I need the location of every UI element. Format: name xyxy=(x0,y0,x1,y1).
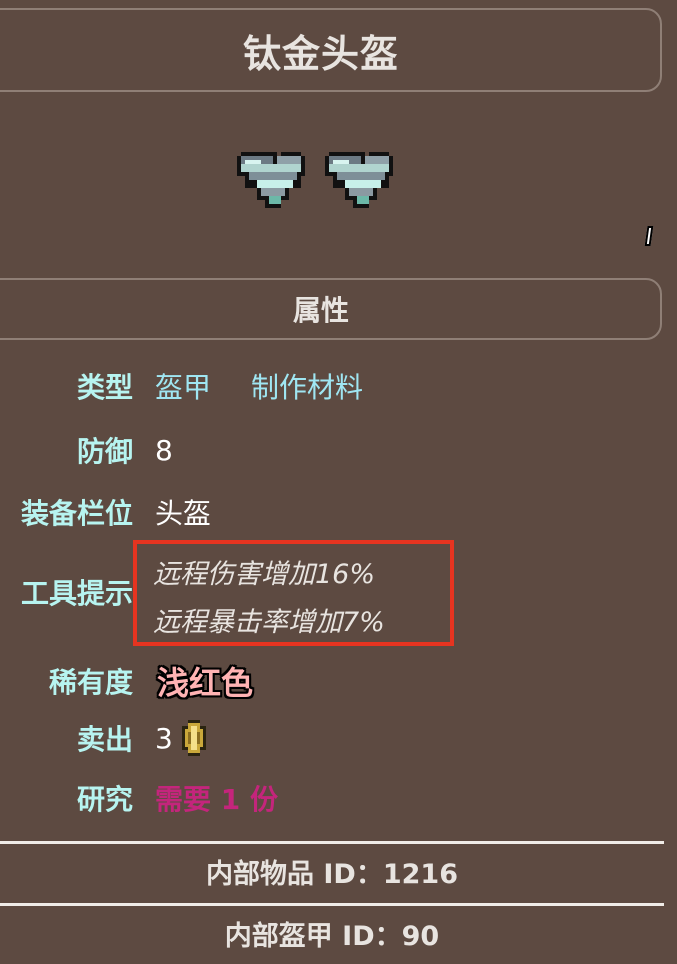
internal-item-id: 内部物品 ID：1216 xyxy=(205,859,458,890)
research-row: 研究 需要 1 份 xyxy=(0,778,278,818)
defense-row: 防御 8 xyxy=(0,430,173,470)
page-title: 钛金头盔 xyxy=(242,31,399,76)
titanium-helmet-sprite-icon xyxy=(325,148,397,216)
defense-value: 8 xyxy=(155,433,173,467)
rarity-label: 稀有度 xyxy=(48,666,133,699)
rarity-value: 浅红色 xyxy=(157,664,254,702)
highlight-box xyxy=(133,540,454,646)
research-value: 需要 1 份 xyxy=(155,783,278,816)
divider xyxy=(0,841,664,844)
sell-label: 卖出 xyxy=(76,723,133,756)
rarity-row: 稀有度 浅红色 xyxy=(0,658,253,704)
sell-value: 3 xyxy=(155,721,173,755)
sell-row: 卖出 3 xyxy=(0,718,209,758)
type-link-material[interactable]: 制作材料 xyxy=(251,366,363,406)
section-header: 属性 xyxy=(0,278,662,340)
tooltip-row: 工具提示 xyxy=(0,572,143,612)
type-row: 类型 盔甲 制作材料 xyxy=(0,366,363,406)
item-sprites xyxy=(237,148,407,216)
tooltip-label: 工具提示 xyxy=(20,577,133,610)
section-title: 属性 xyxy=(292,294,349,327)
title-box: 钛金头盔 xyxy=(0,8,662,92)
slot-row: 装备栏位 头盔 xyxy=(0,492,211,532)
tick-icon xyxy=(644,226,654,246)
internal-armor-id: 内部盔甲 ID：90 xyxy=(224,921,440,952)
gold-coin-icon xyxy=(179,720,209,756)
divider xyxy=(0,903,664,906)
slot-value: 头盔 xyxy=(155,497,212,530)
defense-label: 防御 xyxy=(76,435,133,468)
type-label: 类型 xyxy=(76,371,133,404)
type-link-armor[interactable]: 盔甲 xyxy=(155,366,211,406)
research-label: 研究 xyxy=(76,783,133,816)
titanium-helmet-sprite-icon xyxy=(237,148,309,216)
slot-label: 装备栏位 xyxy=(20,497,133,530)
